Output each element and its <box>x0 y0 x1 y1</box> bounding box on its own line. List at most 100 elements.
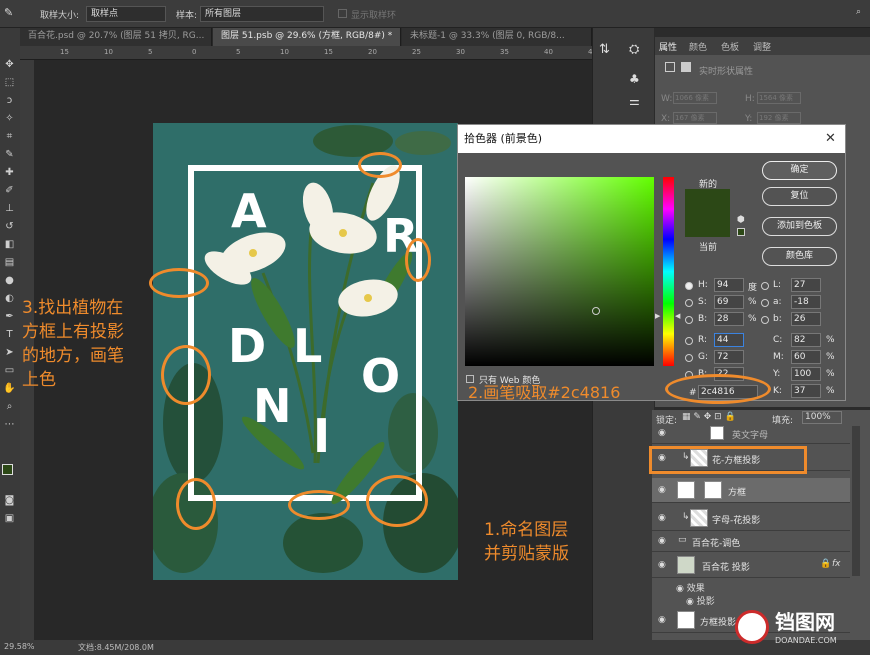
ok-button[interactable]: 确定 <box>762 161 837 180</box>
l-radio[interactable] <box>761 282 769 290</box>
x-field[interactable]: 167 像素 <box>673 112 717 124</box>
color-field-cursor[interactable] <box>592 307 600 315</box>
move-tool-icon[interactable]: ✥ <box>3 58 16 71</box>
h-field[interactable]: 94 <box>714 278 744 292</box>
layer-row[interactable]: ◉ 英文字母 <box>652 424 850 444</box>
hand-tool-icon[interactable]: ✋ <box>3 382 16 395</box>
layers-scrollbar[interactable] <box>852 426 860 576</box>
visibility-eye-icon[interactable]: ◉ <box>658 513 666 523</box>
add-to-swatches-button[interactable]: 添加到色板 <box>762 217 837 236</box>
marquee-tool-icon[interactable]: ⬚ <box>3 76 16 89</box>
history-brush-icon[interactable]: ↺ <box>3 220 16 233</box>
web-swatch-icon[interactable] <box>737 228 745 236</box>
layer-row-active[interactable]: ◉ 方框 <box>652 478 850 503</box>
zoom-tool-icon[interactable]: ⌕ <box>3 400 16 413</box>
color-libraries-button[interactable]: 颜色库 <box>762 247 837 266</box>
hue-slider-left-arrow[interactable]: ▶ <box>655 312 660 320</box>
annotation-step2: 2.画笔吸取#2c4816 <box>468 383 621 402</box>
magic-wand-tool-icon[interactable]: ✧ <box>3 112 16 125</box>
eyedropper-icon[interactable]: ✎ <box>3 148 16 161</box>
lock-icons[interactable]: ▦ ✎ ✥ ⊡ 🔒 <box>682 412 736 422</box>
a-radio[interactable] <box>761 299 769 307</box>
adjust-panel-icon[interactable]: ⚌ <box>629 94 640 108</box>
m-field[interactable]: 60 <box>791 350 821 364</box>
tab-swatches[interactable]: 色板 <box>721 40 739 53</box>
height-field[interactable]: 1564 像素 <box>757 92 801 104</box>
layer-row[interactable]: ◉ 百合花 投影 🔒 fx <box>652 553 850 578</box>
drop-shadow-effect[interactable]: ◉ 投影 <box>686 594 715 607</box>
path-select-icon[interactable]: ➤ <box>3 346 16 359</box>
y-field[interactable]: 100 <box>791 367 821 381</box>
hue-slider[interactable] <box>663 177 674 366</box>
type-tool-icon[interactable]: T <box>3 328 16 341</box>
brush-panel-icon[interactable]: ♣ <box>629 72 640 86</box>
close-icon[interactable]: ✕ <box>825 131 836 146</box>
eyedropper-tool-icon[interactable]: ✎ <box>4 6 13 19</box>
lasso-tool-icon[interactable]: ↄ <box>3 94 16 107</box>
reset-button[interactable]: 复位 <box>762 187 837 206</box>
visibility-eye-icon[interactable]: ◉ <box>658 428 666 438</box>
tab-adjustments[interactable]: 调整 <box>753 40 771 53</box>
y-label: Y: <box>745 114 753 124</box>
ruler-tick-label: 0 <box>192 48 197 56</box>
c-field[interactable]: 82 <box>791 333 821 347</box>
a-field[interactable]: -18 <box>791 295 821 309</box>
visibility-eye-icon[interactable]: ◉ <box>658 485 666 495</box>
actions-panel-icon[interactable]: ⛭ <box>629 42 639 57</box>
screen-mode-icon[interactable]: ▣ <box>3 512 16 525</box>
gradient-tool-icon[interactable]: ▤ <box>3 256 16 269</box>
g-field[interactable]: 72 <box>714 350 744 364</box>
visibility-eye-icon[interactable]: ◉ <box>658 536 666 546</box>
history-panel-icon[interactable]: ⇅ <box>599 42 610 57</box>
r-radio[interactable] <box>685 337 693 345</box>
k-field[interactable]: 37 <box>791 384 821 398</box>
search-icon[interactable]: ⌕ <box>856 7 861 17</box>
y-field[interactable]: 192 像素 <box>757 112 801 124</box>
r-field[interactable]: 44 <box>714 333 744 347</box>
brush-tool-icon[interactable]: ✐ <box>3 184 16 197</box>
color-field[interactable] <box>465 177 654 366</box>
b-field[interactable]: 28 <box>714 312 744 326</box>
tab-properties[interactable]: 属性 <box>659 40 677 53</box>
cube-icon[interactable]: ⬢ <box>737 215 745 225</box>
tab-color[interactable]: 颜色 <box>689 40 707 53</box>
blur-tool-icon[interactable]: ● <box>3 274 16 287</box>
s-radio[interactable] <box>685 299 693 307</box>
lab-b-radio[interactable] <box>761 316 769 324</box>
s-field[interactable]: 69 <box>714 295 744 309</box>
crop-tool-icon[interactable]: ⌗ <box>3 130 16 143</box>
stamp-tool-icon[interactable]: ⊥ <box>3 202 16 215</box>
lab-b-field[interactable]: 26 <box>791 312 821 326</box>
layer-row[interactable]: ◉ ↳ 字母-花投影 <box>652 506 850 531</box>
h-radio[interactable] <box>685 282 693 290</box>
visibility-eye-icon[interactable]: ◉ <box>658 560 666 570</box>
options-bar: ✎ 取样大小: 取样点 样本: 所有图层 显示取样环 ⌕ <box>0 0 870 28</box>
pen-tool-icon[interactable]: ✒ <box>3 310 16 323</box>
show-ring-checkbox[interactable] <box>338 9 347 18</box>
hue-slider-right-arrow[interactable]: ◀ <box>675 312 680 320</box>
tools-panel: ✥ ⬚ ↄ ✧ ⌗ ✎ ✚ ✐ ⊥ ↺ ◧ ▤ ● ◐ ✒ T ➤ ▭ ✋ ⌕ … <box>0 28 20 640</box>
current-color-swatch[interactable] <box>685 213 730 237</box>
eraser-tool-icon[interactable]: ◧ <box>3 238 16 251</box>
l-field[interactable]: 27 <box>791 278 821 292</box>
m-unit: % <box>826 352 835 362</box>
zoom-level[interactable]: 29.58% <box>4 642 35 651</box>
dodge-tool-icon[interactable]: ◐ <box>3 292 16 305</box>
width-field[interactable]: 1066 像素 <box>673 92 717 104</box>
foreground-color-swatch[interactable] <box>2 464 13 475</box>
sample-size-select[interactable]: 取样点 <box>86 6 166 22</box>
b-radio[interactable] <box>685 316 693 324</box>
layer-group-row[interactable]: ◉ ▭ 百合花-调色 <box>652 532 850 552</box>
shape-tool-icon[interactable]: ▭ <box>3 364 16 377</box>
healing-tool-icon[interactable]: ✚ <box>3 166 16 179</box>
quick-mask-icon[interactable]: ◙ <box>3 494 16 507</box>
g-radio[interactable] <box>685 354 693 362</box>
fx-icon[interactable]: fx <box>832 559 841 569</box>
more-tools-icon[interactable]: ⋯ <box>3 418 16 431</box>
fill-field[interactable]: 100% <box>802 411 842 424</box>
sample-select[interactable]: 所有图层 <box>200 6 324 22</box>
tab-document-1[interactable]: 百合花.psd @ 20.7% (图层 51 拷贝, RG... <box>20 28 212 46</box>
tab-document-2[interactable]: 图层 51.psb @ 29.6% (方框, RGB/8#) * <box>213 28 401 46</box>
visibility-eye-icon[interactable]: ◉ <box>658 615 666 625</box>
tab-document-3[interactable]: 未标题-1 @ 33.3% (图层 0, RGB/8... <box>402 28 592 46</box>
